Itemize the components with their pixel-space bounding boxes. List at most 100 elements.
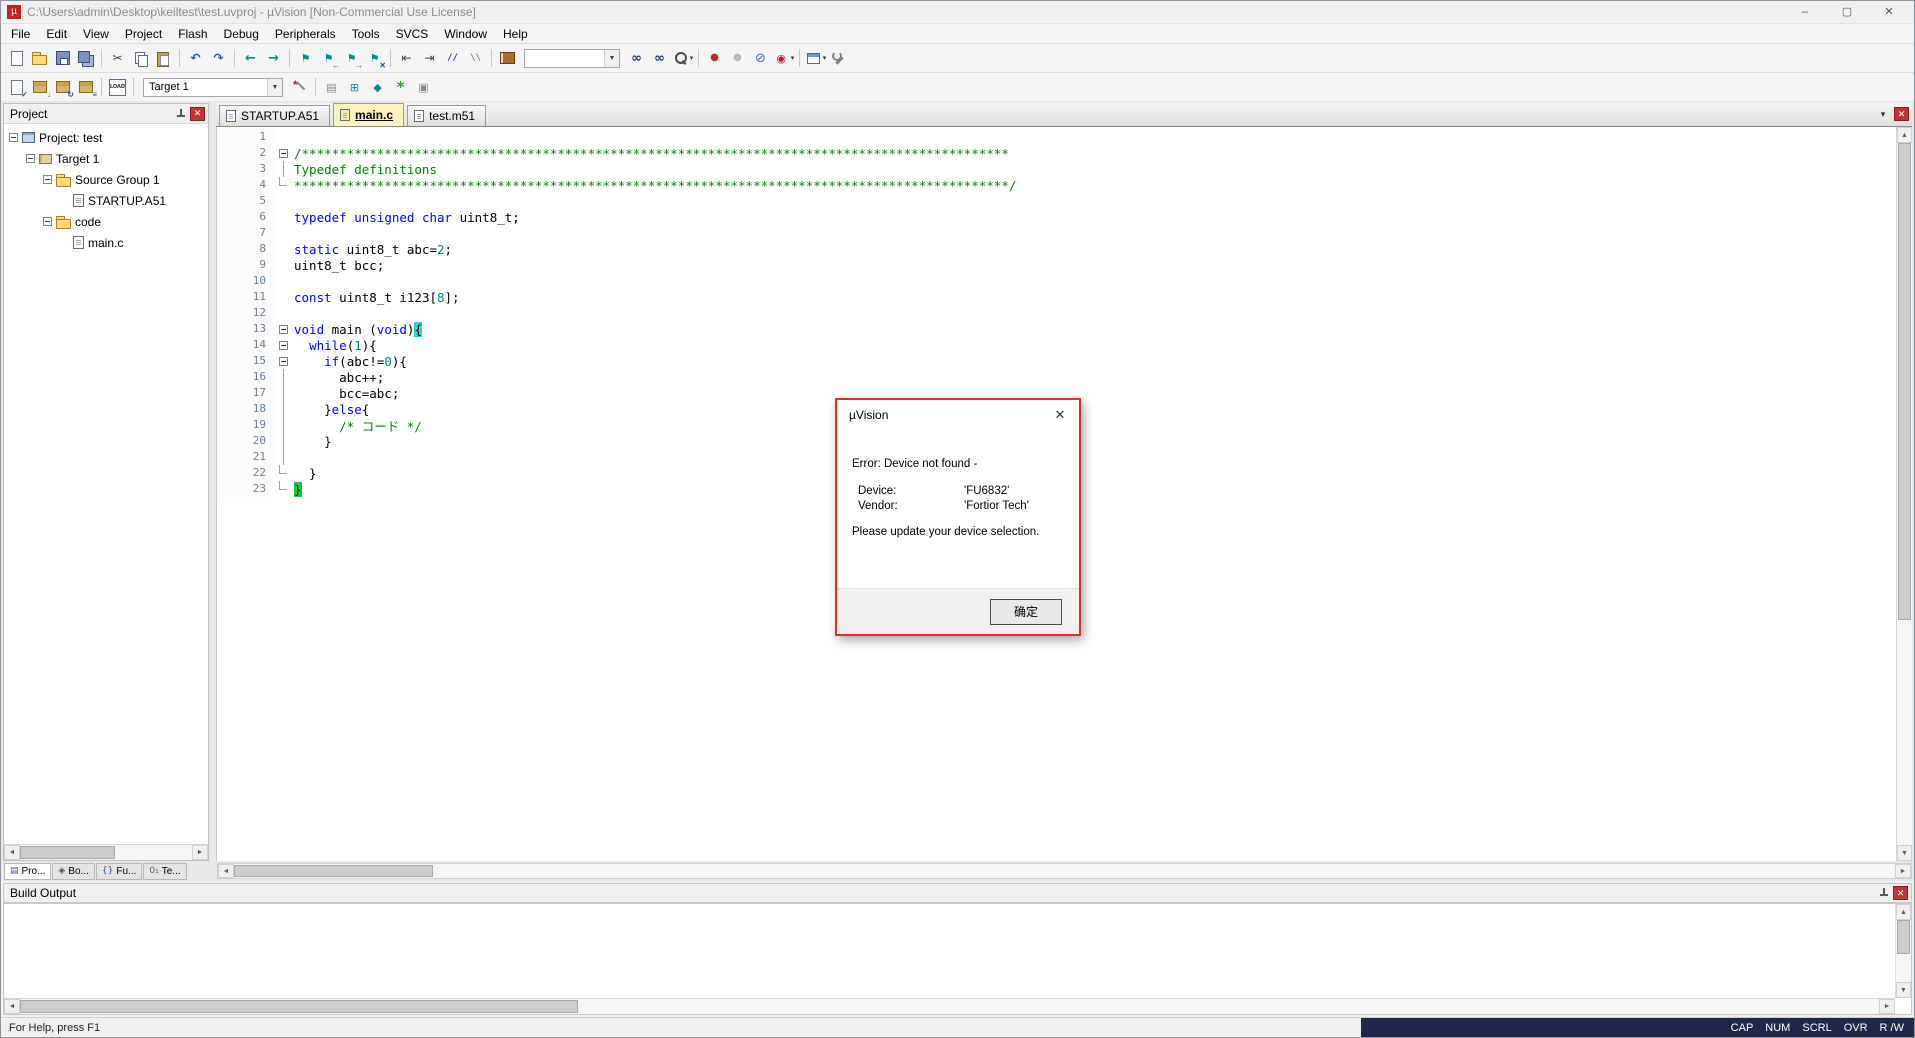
scroll-right-icon[interactable]: ► bbox=[1895, 864, 1911, 878]
build-button[interactable]: ↓ bbox=[28, 76, 51, 99]
tree-expander-icon[interactable] bbox=[26, 154, 35, 163]
panel-tab-project[interactable]: ▤Pro... bbox=[4, 863, 51, 880]
tree-item-target-1[interactable]: Target 1 bbox=[4, 148, 208, 169]
configure-dictionary-button[interactable] bbox=[496, 47, 519, 70]
dialog-close-icon[interactable]: ✕ bbox=[1049, 407, 1071, 423]
scroll-left-icon[interactable]: ◄ bbox=[4, 999, 20, 1014]
minimize-icon[interactable]: – bbox=[1784, 2, 1826, 22]
code-line-4[interactable]: 4***************************************… bbox=[217, 177, 1912, 193]
tree-expander-icon[interactable] bbox=[43, 175, 52, 184]
doc-tab-test-m51[interactable]: test.m51 bbox=[407, 105, 486, 126]
target-select-dropdown-icon[interactable] bbox=[267, 79, 282, 96]
code-line-6[interactable]: 6typedef unsigned char uint8_t; bbox=[217, 209, 1912, 225]
doc-tab-main-c[interactable]: main.c bbox=[333, 103, 404, 126]
code-line-12[interactable]: 12 bbox=[217, 305, 1912, 321]
pack-installer-button[interactable]: ▣ bbox=[412, 76, 435, 99]
maximize-icon[interactable]: ▢ bbox=[1826, 2, 1868, 22]
scrollbar-track[interactable] bbox=[20, 845, 192, 860]
scroll-left-icon[interactable]: ◄ bbox=[218, 864, 234, 878]
scroll-right-icon[interactable]: ► bbox=[192, 845, 208, 860]
navigate-forward-button[interactable]: → bbox=[262, 47, 285, 70]
tree-expander-icon[interactable] bbox=[43, 217, 52, 226]
uncomment-button[interactable]: \\ bbox=[464, 47, 487, 70]
tree-item-project-test[interactable]: Project: test bbox=[4, 127, 208, 148]
bookmark-toggle-button[interactable]: ⚑ bbox=[294, 47, 317, 70]
find-button[interactable]: ∞ bbox=[648, 47, 671, 70]
tree-item-source-group-1[interactable]: Source Group 1 bbox=[4, 169, 208, 190]
panel-tab-templates[interactable]: 0₁Te... bbox=[143, 863, 186, 880]
search-combobox[interactable] bbox=[524, 49, 620, 68]
code-line-8[interactable]: 8static uint8_t abc=2; bbox=[217, 241, 1912, 257]
panel-tab-books[interactable]: ◈Bo... bbox=[52, 863, 95, 880]
window-layout-button[interactable]: ▾ bbox=[804, 47, 827, 70]
bookmark-clear-button[interactable]: ⚑✕ bbox=[363, 47, 386, 70]
menu-debug[interactable]: Debug bbox=[216, 25, 267, 43]
tree-item-code[interactable]: code bbox=[4, 211, 208, 232]
save-button[interactable] bbox=[51, 47, 74, 70]
scrollbar-thumb[interactable] bbox=[234, 865, 433, 877]
close-icon[interactable]: ✕ bbox=[1868, 2, 1910, 22]
code-line-9[interactable]: 9uint8_t bcc; bbox=[217, 257, 1912, 273]
code-line-7[interactable]: 7 bbox=[217, 225, 1912, 241]
menu-edit[interactable]: Edit bbox=[38, 25, 75, 43]
kill-breakpoints-button[interactable]: ⊘ bbox=[749, 47, 772, 70]
scroll-left-icon[interactable]: ◄ bbox=[4, 845, 20, 860]
menu-view[interactable]: View bbox=[75, 25, 117, 43]
code-line-10[interactable]: 10 bbox=[217, 273, 1912, 289]
navigate-back-button[interactable]: ← bbox=[239, 47, 262, 70]
bookmark-prev-button[interactable]: ⚑← bbox=[317, 47, 340, 70]
open-file-button[interactable] bbox=[28, 47, 51, 70]
code-line-3[interactable]: 3Typedef definitions bbox=[217, 161, 1912, 177]
manage-rte-button[interactable]: ◆ bbox=[366, 76, 389, 99]
paste-button[interactable] bbox=[152, 47, 175, 70]
unindent-button[interactable]: ⇤ bbox=[395, 47, 418, 70]
fold-collapse-icon[interactable] bbox=[279, 149, 288, 158]
save-all-button[interactable] bbox=[74, 47, 97, 70]
code-line-15[interactable]: 15 if(abc!=0){ bbox=[217, 353, 1912, 369]
pin-icon[interactable] bbox=[176, 109, 186, 119]
code-line-13[interactable]: 13void main (void){ bbox=[217, 321, 1912, 337]
comment-button[interactable]: // bbox=[441, 47, 464, 70]
document-close-icon[interactable]: ✕ bbox=[1894, 107, 1909, 121]
scrollbar-thumb[interactable] bbox=[1898, 143, 1911, 620]
ok-button[interactable]: 确定 bbox=[990, 599, 1062, 625]
doc-tab-startup-a51[interactable]: STARTUP.A51 bbox=[219, 105, 330, 126]
batch-build-button[interactable]: ≡ bbox=[74, 76, 97, 99]
code-line-2[interactable]: 2/**************************************… bbox=[217, 145, 1912, 161]
dropdown-icon[interactable]: ▾ bbox=[823, 54, 827, 62]
manage-project-items-button[interactable]: ⊞ bbox=[343, 76, 366, 99]
tab-list-chevron-icon[interactable]: ▾ bbox=[1876, 109, 1890, 120]
copy-button[interactable] bbox=[129, 47, 152, 70]
project-panel-close-icon[interactable]: ✕ bbox=[190, 107, 205, 121]
rebuild-button[interactable]: ↻ bbox=[51, 76, 74, 99]
code-line-16[interactable]: 16 abc++; bbox=[217, 369, 1912, 385]
code-line-5[interactable]: 5 bbox=[217, 193, 1912, 209]
disable-breakpoints-button[interactable]: ● bbox=[726, 47, 749, 70]
scroll-right-icon[interactable]: ► bbox=[1879, 999, 1895, 1014]
scroll-up-icon[interactable]: ▲ bbox=[1897, 127, 1912, 143]
find-in-files-button[interactable]: ∞ bbox=[625, 47, 648, 70]
download-button[interactable]: LOAD bbox=[106, 76, 129, 99]
scrollbar-track[interactable] bbox=[1897, 143, 1912, 845]
fold-collapse-icon[interactable] bbox=[279, 341, 288, 350]
tree-expander-icon[interactable] bbox=[9, 133, 18, 142]
fold-collapse-icon[interactable] bbox=[279, 325, 288, 334]
scroll-down-icon[interactable]: ▼ bbox=[1896, 982, 1911, 998]
scrollbar-track[interactable] bbox=[20, 999, 1879, 1014]
menu-help[interactable]: Help bbox=[495, 25, 536, 43]
bookmark-next-button[interactable]: ⚑→ bbox=[340, 47, 363, 70]
options-for-target-button[interactable] bbox=[288, 76, 311, 99]
redo-button[interactable]: ↷ bbox=[207, 47, 230, 70]
file-extensions-button[interactable]: ▤ bbox=[320, 76, 343, 99]
build-output-panel[interactable]: ▲ ▼ ◄ ► bbox=[3, 903, 1912, 1015]
tree-item-startup-a51[interactable]: STARTUP.A51 bbox=[4, 190, 208, 211]
cut-button[interactable]: ✂ bbox=[106, 47, 129, 70]
menu-flash[interactable]: Flash bbox=[170, 25, 215, 43]
dropdown-icon[interactable]: ▾ bbox=[791, 54, 795, 62]
software-packs-button[interactable]: * bbox=[389, 76, 412, 99]
menu-peripherals[interactable]: Peripherals bbox=[267, 25, 344, 43]
panel-tab-functions[interactable]: {}Fu... bbox=[96, 863, 142, 880]
scrollbar-thumb[interactable] bbox=[20, 1000, 578, 1013]
code-line-11[interactable]: 11const uint8_t i123[8]; bbox=[217, 289, 1912, 305]
fold-collapse-icon[interactable] bbox=[279, 357, 288, 366]
